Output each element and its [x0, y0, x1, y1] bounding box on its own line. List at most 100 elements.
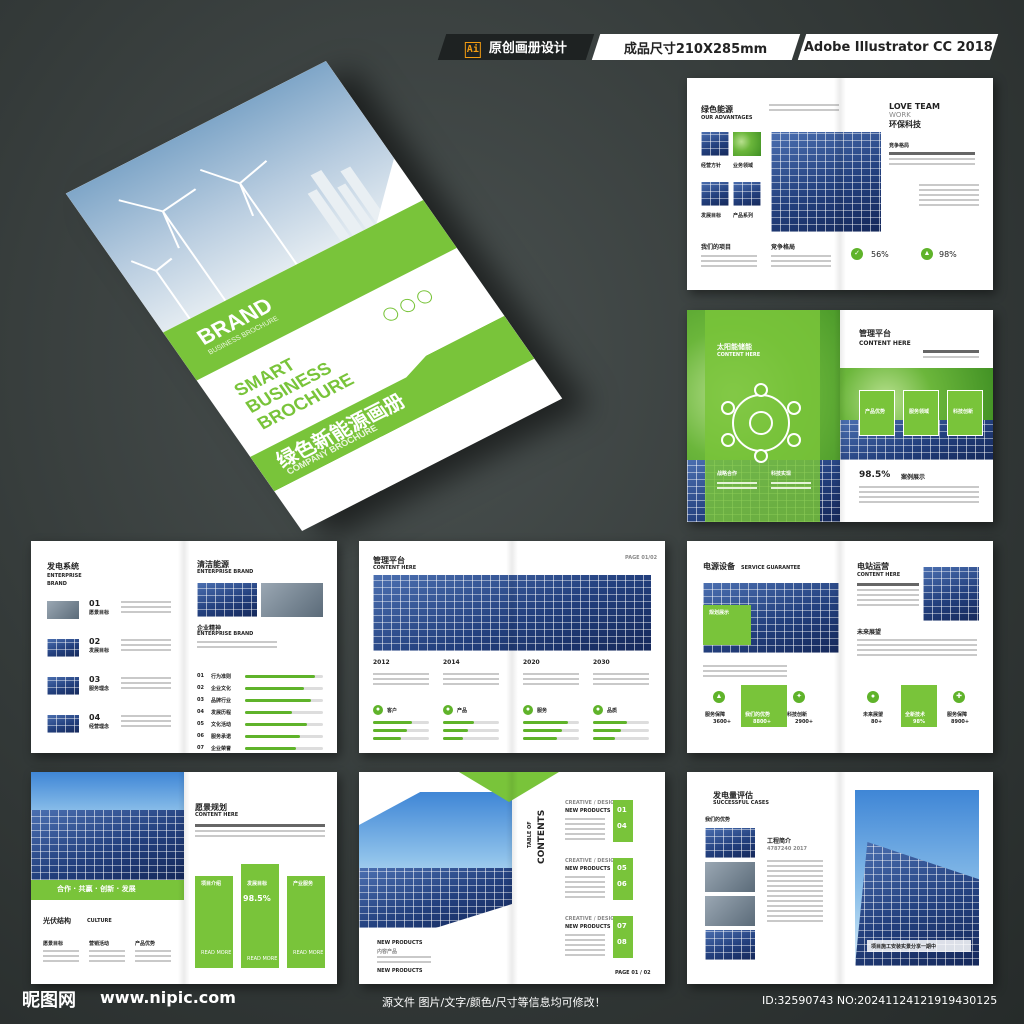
thumb-2	[733, 132, 761, 156]
bar-label: 品牌行业	[211, 698, 232, 704]
progress-fill	[245, 747, 296, 750]
progress-bar	[245, 735, 323, 738]
progress-fill	[245, 687, 304, 690]
progress-fill	[523, 729, 563, 732]
progress-fill	[245, 711, 292, 714]
progress-fill	[593, 737, 616, 740]
progress-fill	[523, 721, 568, 724]
tag-label: 服务	[537, 708, 548, 714]
progress-fill	[373, 721, 413, 724]
progress-bar	[245, 711, 323, 714]
progress-bar	[593, 721, 649, 724]
tag-icon: ●	[443, 705, 453, 715]
cover-icons	[380, 287, 435, 324]
size-label: 成品尺寸210X285mm	[591, 34, 801, 60]
progress-bar	[245, 747, 323, 750]
toc-text	[565, 876, 605, 901]
toc-page-num: 05	[617, 864, 627, 872]
spread-solar-storage: 太阳能储能 CONTENT HERE 战略合作 科技实现 管理平台 CONTEN…	[687, 310, 993, 522]
spread-management-platform: 管理平台 CONTENT HERE PAGE 01/02 2012 2014 2…	[359, 541, 665, 753]
solar-banner	[373, 575, 651, 651]
tag-icon: ●	[523, 705, 533, 715]
bar-label: 服务承诺	[211, 734, 232, 740]
progress-bar	[443, 721, 499, 724]
stat-98: 98%	[939, 250, 957, 259]
spread-power-assessment: 发电量评估 SUCCESSFUL CASES 我们的优势 工程简介 478724…	[687, 772, 993, 984]
cover-page: BRAND BUSINESS BROCHURE SMART BUSINESS B…	[65, 60, 563, 532]
progress-bar	[523, 737, 579, 740]
progress-bar	[373, 721, 429, 724]
tag-icon: ●	[593, 705, 603, 715]
thumb-4	[733, 182, 761, 206]
progress-fill	[443, 729, 469, 732]
tag-icon: ●	[373, 705, 383, 715]
bar-label: 发展历程	[211, 710, 232, 716]
progress-bar	[443, 729, 499, 732]
edit-notice: 源文件 图片/文字/颜色/尺寸等信息均可修改！	[382, 996, 606, 1009]
progress-bar	[245, 699, 323, 702]
progress-bar	[373, 729, 429, 732]
leaf-icon	[380, 305, 402, 324]
toc-page-num: 06	[617, 880, 627, 888]
network-diagram-icon	[721, 383, 801, 463]
person-icon: ●	[867, 691, 879, 703]
toc-head[interactable]: CREATIVE / DESIGN	[565, 916, 619, 922]
love-team: LOVE TEAM	[889, 102, 940, 111]
version-label: Adobe Illustrator CC 2018	[797, 34, 999, 60]
progress-fill	[373, 737, 401, 740]
toc-title[interactable]: NEW PRODUCTS	[565, 924, 611, 930]
spread-vision: 合作 · 共赢 · 创新 · 发展 光伏结构 CULTURE 愿景目标 营销活动…	[31, 772, 337, 984]
progress-fill	[245, 735, 300, 738]
progress-bar	[443, 737, 499, 740]
progress-bar	[245, 675, 323, 678]
spread-power-system: 发电系统 ENTERPRISE BRAND 01 愿景目标 02 发展目标 03…	[31, 541, 337, 753]
progress-bar	[245, 687, 323, 690]
progress-fill	[373, 729, 407, 732]
bar-num: 05	[197, 721, 204, 727]
toc-text	[565, 934, 605, 959]
chart-icon: ▲	[921, 248, 933, 260]
tag-label: 客户	[387, 708, 398, 714]
gear-icon: ✦	[793, 691, 805, 703]
progress-fill	[523, 737, 557, 740]
stat-56: 56%	[871, 250, 889, 259]
tag-label: 品质	[607, 708, 618, 714]
bar-label: 文化活动	[211, 722, 232, 728]
solar-photo	[771, 132, 881, 232]
bar-num: 04	[197, 709, 204, 715]
toc-title[interactable]: NEW PRODUCTS	[565, 808, 611, 814]
progress-fill	[245, 699, 312, 702]
chart-icon: ▲	[713, 691, 725, 703]
thumb-1	[701, 132, 729, 156]
thumb-3	[701, 182, 729, 206]
toc-head[interactable]: CREATIVE / DESIGN	[565, 800, 619, 806]
image-id: ID:32590743 NO:20241124121919430125	[762, 994, 998, 1007]
tag-label: 产品	[457, 708, 468, 714]
progress-fill	[443, 737, 463, 740]
site-logo[interactable]: 昵图网	[22, 986, 76, 1012]
progress-bar	[245, 723, 323, 726]
spread-green-energy: 绿色能源 OUR ADVANTAGES 经营方针 业务领域 发展目标 产品系列 …	[687, 78, 993, 290]
progress-fill	[593, 721, 627, 724]
toc-page-num: 01	[617, 806, 627, 814]
toc-title[interactable]: NEW PRODUCTS	[565, 866, 611, 872]
toc-page-num: 08	[617, 938, 627, 946]
toc-head[interactable]: CREATIVE / DESIGN	[565, 858, 619, 864]
progress-fill	[245, 675, 316, 678]
home-icon	[397, 296, 418, 315]
spread-power-equipment: 电源设备 SERVICE GUARANTEE 规划展示 ▲ ✦ 服务保障 我们的…	[687, 541, 993, 753]
progress-bar	[523, 721, 579, 724]
toc-page-num: 04	[617, 822, 627, 830]
bar-num: 01	[197, 673, 204, 679]
spread-contents: NEW PRODUCTS 内容产品 NEW PRODUCTS CONTENTS …	[359, 772, 665, 984]
cooperation-banner: 合作 · 共赢 · 创新 · 发展	[57, 885, 136, 893]
bar-num: 07	[197, 745, 204, 751]
network-icon: ✚	[953, 691, 965, 703]
bar-num: 02	[197, 685, 204, 691]
spread1-subtitle: OUR ADVANTAGES	[701, 115, 753, 121]
progress-bar	[593, 737, 649, 740]
progress-bar	[523, 729, 579, 732]
check-icon: ✓	[851, 248, 863, 260]
site-url[interactable]: www.nipic.com	[100, 988, 236, 1007]
bar-label: 行为准则	[211, 674, 232, 680]
